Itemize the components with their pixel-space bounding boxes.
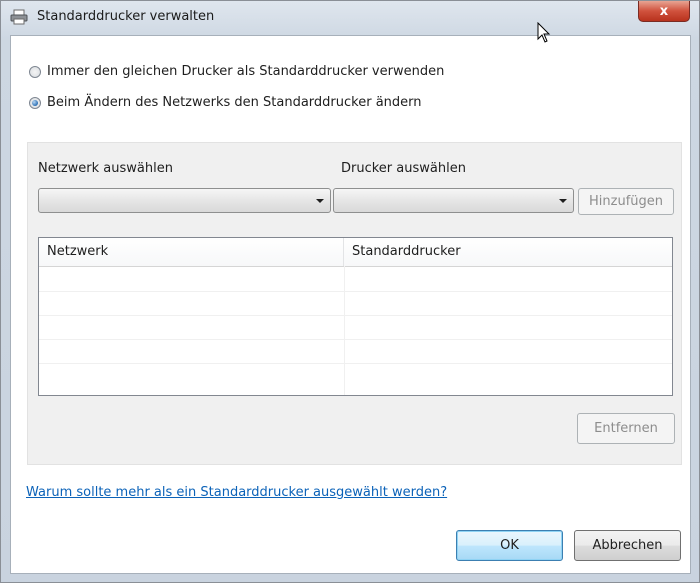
close-button[interactable]: x bbox=[638, 1, 690, 22]
option-change-with-network[interactable]: Beim Ändern des Netzwerks den Standarddr… bbox=[29, 95, 422, 110]
network-printer-group: Netzwerk auswählen Drucker auswählen Hin… bbox=[27, 142, 682, 465]
network-dropdown[interactable] bbox=[38, 188, 331, 213]
printer-dropdown[interactable] bbox=[333, 188, 574, 213]
ok-button[interactable]: OK bbox=[456, 530, 563, 561]
dialog-window: Standarddrucker verwalten x Immer den gl… bbox=[0, 0, 700, 583]
chevron-down-icon bbox=[316, 199, 324, 203]
remove-button[interactable]: Entfernen bbox=[577, 413, 675, 444]
cancel-button[interactable]: Abbrechen bbox=[574, 530, 681, 561]
help-link[interactable]: Warum sollte mehr als ein Standarddrucke… bbox=[26, 485, 447, 500]
chevron-down-icon bbox=[559, 199, 567, 203]
dialog-content: Immer den gleichen Drucker als Standardd… bbox=[10, 35, 691, 574]
radio-same-printer[interactable] bbox=[29, 65, 41, 78]
radio-change-with-network[interactable] bbox=[29, 96, 41, 109]
mouse-pointer-icon bbox=[537, 22, 551, 43]
network-printer-list[interactable]: Netzwerk Standarddrucker bbox=[38, 237, 673, 396]
row-divider bbox=[39, 315, 672, 316]
window-title: Standarddrucker verwalten bbox=[37, 9, 215, 24]
column-divider bbox=[344, 266, 345, 395]
option-change-with-network-label: Beim Ändern des Netzwerks den Standarddr… bbox=[47, 95, 422, 110]
network-select-label: Netzwerk auswählen bbox=[38, 161, 173, 176]
close-icon: x bbox=[659, 3, 669, 19]
row-divider bbox=[39, 339, 672, 340]
column-header-network[interactable]: Netzwerk bbox=[39, 238, 344, 266]
title-bar[interactable]: Standarddrucker verwalten x bbox=[1, 1, 699, 35]
printer-icon bbox=[10, 9, 28, 25]
row-divider bbox=[39, 291, 672, 292]
printer-select-label: Drucker auswählen bbox=[341, 161, 466, 176]
row-divider bbox=[39, 363, 672, 364]
column-header-default-printer[interactable]: Standarddrucker bbox=[344, 238, 672, 266]
option-same-printer[interactable]: Immer den gleichen Drucker als Standardd… bbox=[29, 64, 444, 79]
list-header: Netzwerk Standarddrucker bbox=[39, 238, 672, 267]
option-same-printer-label: Immer den gleichen Drucker als Standardd… bbox=[47, 64, 445, 79]
add-button[interactable]: Hinzufügen bbox=[578, 188, 674, 215]
